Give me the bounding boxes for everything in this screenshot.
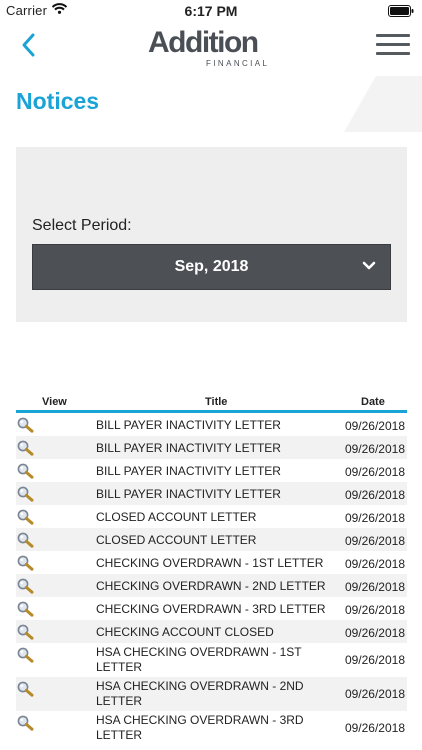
- notice-date: 09/26/2018: [344, 488, 405, 502]
- status-time: 6:17 PM: [184, 3, 238, 19]
- magnifier-icon[interactable]: [17, 440, 35, 456]
- logo-wordmark: Addition: [148, 26, 259, 59]
- notice-date: 09/26/2018: [344, 419, 405, 433]
- notice-date: 09/26/2018: [344, 465, 405, 479]
- column-header-title: Title: [205, 396, 228, 408]
- table-row[interactable]: HSA CHECKING OVERDRAWN - 1ST LETTER 09/26…: [16, 643, 407, 677]
- period-select[interactable]: Sep, 2018: [32, 244, 391, 290]
- period-selected-value: Sep, 2018: [174, 258, 249, 275]
- app-header: Addition FINANCIAL: [0, 22, 422, 70]
- battery-icon: [388, 5, 414, 17]
- magnifier-icon[interactable]: [17, 463, 35, 479]
- magnifier-icon[interactable]: [17, 681, 35, 697]
- addition-financial-logo: Addition FINANCIAL: [148, 26, 272, 70]
- table-row[interactable]: BILL PAYER INACTIVITY LETTER 09/26/2018: [16, 459, 407, 482]
- table-row[interactable]: CHECKING OVERDRAWN - 1ST LETTER 09/26/201…: [16, 551, 407, 574]
- notice-date: 09/26/2018: [344, 603, 405, 617]
- notice-title: HSA CHECKING OVERDRAWN - 1ST LETTER: [96, 645, 302, 674]
- notice-date: 09/26/2018: [344, 534, 405, 548]
- notice-date: 09/26/2018: [344, 557, 405, 571]
- table-row[interactable]: CLOSED ACCOUNT LETTER 09/26/2018: [16, 505, 407, 528]
- magnifier-icon[interactable]: [17, 624, 35, 640]
- table-row[interactable]: BILL PAYER INACTIVITY LETTER 09/26/2018: [16, 413, 407, 436]
- table-row[interactable]: CHECKING OVERDRAWN - 2ND LETTER 09/26/201…: [16, 574, 407, 597]
- status-bar: Carrier 6:17 PM: [0, 0, 422, 22]
- logo-subtitle: FINANCIAL: [206, 59, 270, 68]
- magnifier-icon[interactable]: [17, 555, 35, 571]
- magnifier-icon[interactable]: [17, 509, 35, 525]
- table-row[interactable]: BILL PAYER INACTIVITY LETTER 09/26/2018: [16, 482, 407, 505]
- table-header: View Title Date: [16, 393, 407, 413]
- page-title: Notices: [16, 88, 100, 114]
- notice-title: CHECKING ACCOUNT CLOSED: [96, 625, 274, 639]
- magnifier-icon[interactable]: [17, 601, 35, 617]
- table-row[interactable]: CHECKING ACCOUNT CLOSED 09/26/2018: [16, 620, 407, 643]
- magnifier-icon[interactable]: [17, 715, 35, 731]
- notice-title: BILL PAYER INACTIVITY LETTER: [96, 418, 281, 432]
- notice-date: 09/26/2018: [344, 653, 405, 667]
- notice-date: 09/26/2018: [344, 687, 405, 701]
- magnifier-icon[interactable]: [17, 417, 35, 433]
- table-row[interactable]: HSA CHECKING OVERDRAWN - 3RD LETTER 09/26…: [16, 711, 407, 745]
- menu-button[interactable]: [376, 34, 410, 58]
- notices-table: View Title Date BILL PAYER INACTIVITY LE…: [16, 393, 407, 745]
- column-header-view: View: [42, 396, 67, 408]
- period-panel: Select Period: Sep, 2018: [16, 147, 407, 322]
- notice-title: BILL PAYER INACTIVITY LETTER: [96, 464, 281, 478]
- table-row[interactable]: HSA CHECKING OVERDRAWN - 2ND LETTER 09/26…: [16, 677, 407, 711]
- notice-date: 09/26/2018: [344, 626, 405, 640]
- notice-title: BILL PAYER INACTIVITY LETTER: [96, 487, 281, 501]
- notice-title: CHECKING OVERDRAWN - 3RD LETTER: [96, 602, 326, 616]
- table-row[interactable]: BILL PAYER INACTIVITY LETTER 09/26/2018: [16, 436, 407, 459]
- chevron-left-icon: [22, 33, 35, 57]
- magnifier-icon[interactable]: [17, 647, 35, 663]
- table-body: BILL PAYER INACTIVITY LETTER 09/26/2018 BI…: [16, 413, 407, 745]
- notice-date: 09/26/2018: [344, 580, 405, 594]
- notice-title: CLOSED ACCOUNT LETTER: [96, 510, 257, 524]
- notice-date: 09/26/2018: [344, 721, 405, 735]
- column-header-date: Date: [361, 396, 385, 408]
- notice-title: BILL PAYER INACTIVITY LETTER: [96, 441, 281, 455]
- notice-title: CLOSED ACCOUNT LETTER: [96, 533, 257, 547]
- magnifier-icon[interactable]: [17, 486, 35, 502]
- magnifier-icon[interactable]: [17, 578, 35, 594]
- notice-title: HSA CHECKING OVERDRAWN - 3RD LETTER: [96, 713, 304, 742]
- table-row[interactable]: CLOSED ACCOUNT LETTER 09/26/2018: [16, 528, 407, 551]
- decorative-shape: [344, 76, 422, 132]
- notice-date: 09/26/2018: [344, 442, 405, 456]
- magnifier-icon[interactable]: [17, 532, 35, 548]
- notice-title: CHECKING OVERDRAWN - 2ND LETTER: [96, 579, 326, 593]
- notice-title: CHECKING OVERDRAWN - 1ST LETTER: [96, 556, 324, 570]
- select-period-label: Select Period:: [32, 217, 132, 234]
- table-row[interactable]: CHECKING OVERDRAWN - 3RD LETTER 09/26/201…: [16, 597, 407, 620]
- back-button[interactable]: [14, 28, 44, 62]
- notice-date: 09/26/2018: [344, 511, 405, 525]
- chevron-down-icon: [362, 261, 376, 270]
- notice-title: HSA CHECKING OVERDRAWN - 2ND LETTER: [96, 679, 304, 708]
